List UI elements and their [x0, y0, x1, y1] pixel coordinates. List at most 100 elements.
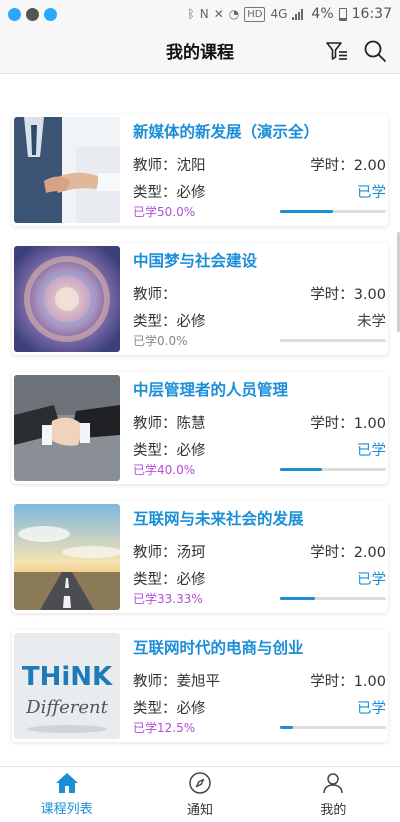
progress-text: 已学33.33% [133, 592, 203, 606]
course-teacher: 教师：陈慧 [133, 416, 206, 432]
progress-text: 已学40.0% [133, 463, 196, 477]
app-header: 我的课程 [0, 28, 400, 74]
battery-percent: 4% [311, 6, 334, 22]
road-sunset-image [14, 504, 120, 610]
progress-bar [280, 339, 386, 342]
course-info-row: 教师：汤珂 学时：2.00 [133, 541, 386, 562]
progress-text: 已学0.0% [133, 334, 188, 348]
progress-fill [280, 468, 323, 471]
hd-badge: HD [244, 6, 266, 22]
course-info-row: 类型：必修 未学 [133, 310, 386, 331]
app-notification-icon [8, 7, 21, 21]
course-info-row: 教师：陈慧 学时：1.00 [133, 412, 386, 433]
course-hours: 学时：2.00 [310, 158, 386, 174]
page-title: 我的课程 [166, 43, 234, 63]
progress-fill [280, 597, 316, 600]
tab-notifications[interactable]: 通知 [133, 767, 266, 822]
course-hours: 学时：2.00 [310, 545, 386, 561]
course-type: 类型：必修 [133, 701, 206, 717]
course-hours: 学时：3.00 [310, 287, 386, 303]
search-button[interactable] [362, 38, 388, 64]
course-thumbnail [14, 504, 120, 610]
app-notification-icon [26, 7, 39, 21]
filter-icon [326, 42, 347, 60]
course-info-row: 类型：必修 已学 [133, 568, 386, 589]
course-hours: 学时：1.00 [310, 416, 386, 432]
tab-label: 通知 [186, 803, 213, 818]
header-actions [324, 38, 388, 64]
course-type: 类型：必修 [133, 572, 206, 588]
app-notification-icon [44, 7, 57, 21]
course-type: 类型：必修 [133, 185, 206, 201]
status-bar-left [8, 7, 57, 21]
progress-fill [280, 210, 333, 213]
course-teacher: 教师：沈阳 [133, 158, 206, 174]
course-title[interactable]: 中国梦与社会建设 [133, 249, 257, 271]
tab-profile[interactable]: 我的 [267, 767, 400, 822]
progress-text: 已学12.5% [133, 721, 196, 735]
course-type: 类型：必修 [133, 443, 206, 459]
handshake-closeup-image [14, 375, 120, 481]
course-teacher: 教师： [133, 287, 177, 303]
tab-label: 课程列表 [40, 802, 93, 817]
status-bar: ᛒ N ✕ ◔ HD 4G 4% 16:37 [0, 0, 400, 28]
course-info-row: 类型：必修 已学 [133, 439, 386, 460]
bluetooth-icon: ᛒ [187, 7, 195, 21]
course-card[interactable]: THiNK Different 互联网时代的电商与创业 教师：姜旭平 学时：1.… [12, 630, 388, 742]
course-card[interactable]: 互联网与未来社会的发展 教师：汤珂 学时：2.00 类型：必修 已学 已学33.… [12, 501, 388, 613]
course-info-row: 类型：必修 已学 [133, 697, 386, 718]
nfc-icon: N [199, 7, 209, 21]
course-teacher: 教师：姜旭平 [133, 674, 220, 690]
course-title[interactable]: 互联网与未来社会的发展 [133, 507, 304, 529]
course-info-row: 教师：姜旭平 学时：1.00 [133, 670, 386, 691]
signal-icon [292, 9, 304, 20]
course-thumbnail [14, 117, 120, 223]
progress-bar [280, 468, 386, 471]
compass-icon [189, 772, 211, 794]
progress-bar [280, 726, 386, 729]
home-icon [55, 773, 78, 793]
course-status: 已学 [357, 701, 386, 717]
course-title[interactable]: 中层管理者的人员管理 [133, 378, 288, 400]
user-icon [323, 773, 344, 794]
status-bar-right: ᛒ N ✕ ◔ HD 4G 4% 16:37 [188, 6, 392, 22]
abstract-swirl-image [14, 246, 120, 352]
course-card[interactable]: 新媒体的新发展（演示全） 教师：沈阳 学时：2.00 类型：必修 已学 已学50… [12, 114, 388, 226]
battery-icon [338, 7, 347, 21]
progress-bar [280, 210, 386, 213]
course-teacher: 教师：汤珂 [133, 545, 206, 561]
image-caption: Different [25, 697, 108, 718]
course-thumbnail [14, 246, 120, 352]
course-card[interactable]: 中国梦与社会建设 教师： 学时：3.00 类型：必修 未学 已学0.0% [12, 243, 388, 355]
handshake-image [14, 117, 120, 223]
course-info-row: 教师：沈阳 学时：2.00 [133, 154, 386, 175]
course-status: 已学 [357, 572, 386, 588]
course-info-row: 教师： 学时：3.00 [133, 283, 386, 304]
think-different-image: THiNK Different [14, 633, 120, 739]
search-icon [364, 40, 386, 62]
filter-button[interactable] [324, 38, 350, 64]
course-title[interactable]: 新媒体的新发展（演示全） [133, 120, 319, 142]
course-hours: 学时：1.00 [310, 674, 386, 690]
mute-icon: ✕ [213, 7, 224, 21]
course-status: 已学 [357, 443, 386, 459]
course-title[interactable]: 互联网时代的电商与创业 [133, 636, 304, 658]
tab-course-list[interactable]: 课程列表 [0, 767, 133, 822]
course-info-row: 类型：必修 已学 [133, 181, 386, 202]
bottom-tab-bar: 课程列表 通知 我的 [0, 766, 400, 822]
image-caption: THiNK [22, 662, 113, 692]
course-list[interactable]: 新媒体的新发展（演示全） 教师：沈阳 学时：2.00 类型：必修 已学 已学50… [0, 74, 400, 766]
progress-text: 已学50.0% [133, 205, 196, 219]
wifi-icon: ◔ [228, 7, 240, 21]
course-status: 未学 [357, 314, 386, 330]
course-status: 已学 [357, 185, 386, 201]
course-thumbnail [14, 375, 120, 481]
course-thumbnail: THiNK Different [14, 633, 120, 739]
progress-bar [280, 597, 386, 600]
clock: 16:37 [351, 6, 392, 22]
tab-label: 我的 [320, 803, 347, 818]
progress-fill [280, 726, 294, 729]
course-type: 类型：必修 [133, 314, 206, 330]
course-card[interactable]: 中层管理者的人员管理 教师：陈慧 学时：1.00 类型：必修 已学 已学40.0… [12, 372, 388, 484]
network-type: 4G [270, 7, 288, 21]
